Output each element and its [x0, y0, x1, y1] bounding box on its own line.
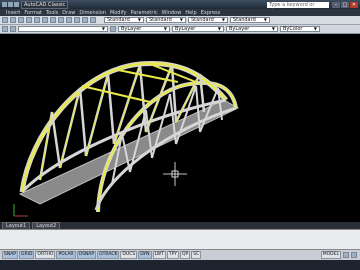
- redo-icon[interactable]: [66, 17, 72, 23]
- properties-icon[interactable]: [90, 17, 96, 23]
- chevron-down-icon: ▼: [313, 26, 317, 31]
- chevron-down-icon: ▼: [263, 17, 267, 22]
- toggle-ducs[interactable]: DUCS: [120, 251, 138, 259]
- menu-bar: Insert Format Tools Draw Dimension Modif…: [0, 9, 360, 16]
- layer-select[interactable]: ▼: [18, 26, 108, 32]
- make-current-icon[interactable]: [110, 26, 116, 32]
- menu-parametric[interactable]: Parametric: [131, 10, 158, 16]
- ucs-icon: [13, 204, 28, 217]
- mleader-style-select[interactable]: Standard ▼: [230, 17, 270, 23]
- color-value: ByLayer: [121, 26, 142, 32]
- menu-draw[interactable]: Draw: [62, 10, 75, 16]
- menu-format[interactable]: Format: [24, 10, 42, 16]
- open-icon[interactable]: [10, 17, 16, 23]
- menu-insert[interactable]: Insert: [6, 10, 20, 16]
- toggle-grid[interactable]: GRID: [19, 251, 35, 259]
- layer-icon[interactable]: [2, 26, 8, 32]
- menu-dimension[interactable]: Dimension: [79, 10, 106, 16]
- linetype-value: ByLayer: [175, 26, 196, 32]
- cut-icon[interactable]: [34, 17, 40, 23]
- chevron-down-icon: ▼: [179, 17, 183, 22]
- toggle-ortho[interactable]: ORTHO: [35, 251, 56, 259]
- plot-icon[interactable]: [26, 17, 32, 23]
- toggle-sc[interactable]: SC: [191, 251, 202, 259]
- lineweight-value: ByLayer: [229, 26, 250, 32]
- bridge-model: [13, 60, 240, 217]
- standard-toolbar: Standard ▼ Standard ▼ Standard ▼ Standard ▼: [0, 16, 360, 25]
- zoom-icon[interactable]: [351, 252, 357, 258]
- search-input[interactable]: Type a keyword or phrase: [267, 1, 329, 14]
- toggle-tpy[interactable]: TPY: [166, 251, 179, 259]
- workspace-selector[interactable]: AutoCAD Classic: [21, 0, 69, 9]
- menu-help[interactable]: Help: [185, 10, 196, 16]
- new-icon[interactable]: [2, 2, 7, 7]
- chevron-down-icon: ▼: [163, 26, 167, 31]
- lightbulb-icon[interactable]: [10, 26, 16, 32]
- plotstyle-select[interactable]: ByColor ▼: [280, 26, 320, 32]
- chevron-down-icon: ▼: [221, 17, 225, 22]
- chevron-down-icon: ▼: [217, 26, 221, 31]
- crosshair-cursor-icon: [163, 162, 187, 186]
- text-style-value: Standard: [107, 17, 130, 23]
- open-icon[interactable]: [8, 2, 13, 7]
- dim-style-value: Standard: [149, 17, 172, 23]
- linetype-select[interactable]: ByLayer ▼: [172, 26, 224, 32]
- paste-icon[interactable]: [50, 17, 56, 23]
- copy-icon[interactable]: [42, 17, 48, 23]
- dim-style-select[interactable]: Standard ▼: [146, 17, 186, 23]
- toggle-snap[interactable]: SNAP: [2, 251, 19, 259]
- color-select[interactable]: ByLayer ▼: [118, 26, 170, 32]
- save-icon[interactable]: [18, 17, 24, 23]
- new-icon[interactable]: [2, 17, 8, 23]
- menu-tools[interactable]: Tools: [46, 10, 58, 16]
- maximize-button[interactable]: □: [341, 1, 349, 8]
- minimize-button[interactable]: –: [332, 1, 340, 8]
- toggle-otrack[interactable]: OTRACK: [97, 251, 120, 259]
- zoom-icon[interactable]: [82, 17, 88, 23]
- menu-modify[interactable]: Modify: [110, 10, 127, 16]
- quick-access-toolbar[interactable]: [2, 2, 19, 7]
- toggle-lwt[interactable]: LWT: [152, 251, 166, 259]
- chevron-down-icon: ▼: [271, 26, 275, 31]
- layout-tabs: Layout1 Layout2: [0, 221, 360, 230]
- drawing-viewport[interactable]: [0, 34, 360, 222]
- toggle-osnap[interactable]: OSNAP: [76, 251, 97, 259]
- toggle-qp[interactable]: QP: [179, 251, 191, 259]
- toggle-polar[interactable]: POLAR: [56, 251, 76, 259]
- menu-window[interactable]: Window: [162, 10, 182, 16]
- table-style-select[interactable]: Standard ▼: [188, 17, 228, 23]
- chevron-down-icon: ▼: [137, 17, 141, 22]
- properties-toolbar: ▼ ByLayer ▼ ByLayer ▼ ByLayer ▼ ByColor ▼: [0, 25, 360, 34]
- toggle-dyn[interactable]: DYN: [138, 251, 152, 259]
- close-button[interactable]: ✕: [350, 1, 358, 8]
- mleader-style-value: Standard: [233, 17, 256, 23]
- workspace-label: AutoCAD Classic: [24, 1, 66, 8]
- undo-icon[interactable]: [58, 17, 64, 23]
- pan-icon[interactable]: [343, 252, 349, 258]
- model-space-label[interactable]: MODEL: [320, 251, 341, 259]
- status-bar: SNAP GRID ORTHO POLAR OSNAP OTRACK DUCS …: [0, 249, 360, 260]
- save-icon[interactable]: [14, 2, 19, 7]
- text-style-select[interactable]: Standard ▼: [104, 17, 144, 23]
- plotstyle-value: ByColor: [283, 26, 303, 32]
- lineweight-select[interactable]: ByLayer ▼: [226, 26, 278, 32]
- command-line[interactable]: [0, 229, 360, 249]
- os-taskbar: [0, 260, 360, 270]
- chevron-down-icon: ▼: [101, 26, 105, 31]
- menu-express[interactable]: Express: [201, 10, 221, 16]
- pan-icon[interactable]: [74, 17, 80, 23]
- table-style-value: Standard: [191, 17, 214, 23]
- title-bar: AutoCAD Classic Type a keyword or phrase…: [0, 0, 360, 14]
